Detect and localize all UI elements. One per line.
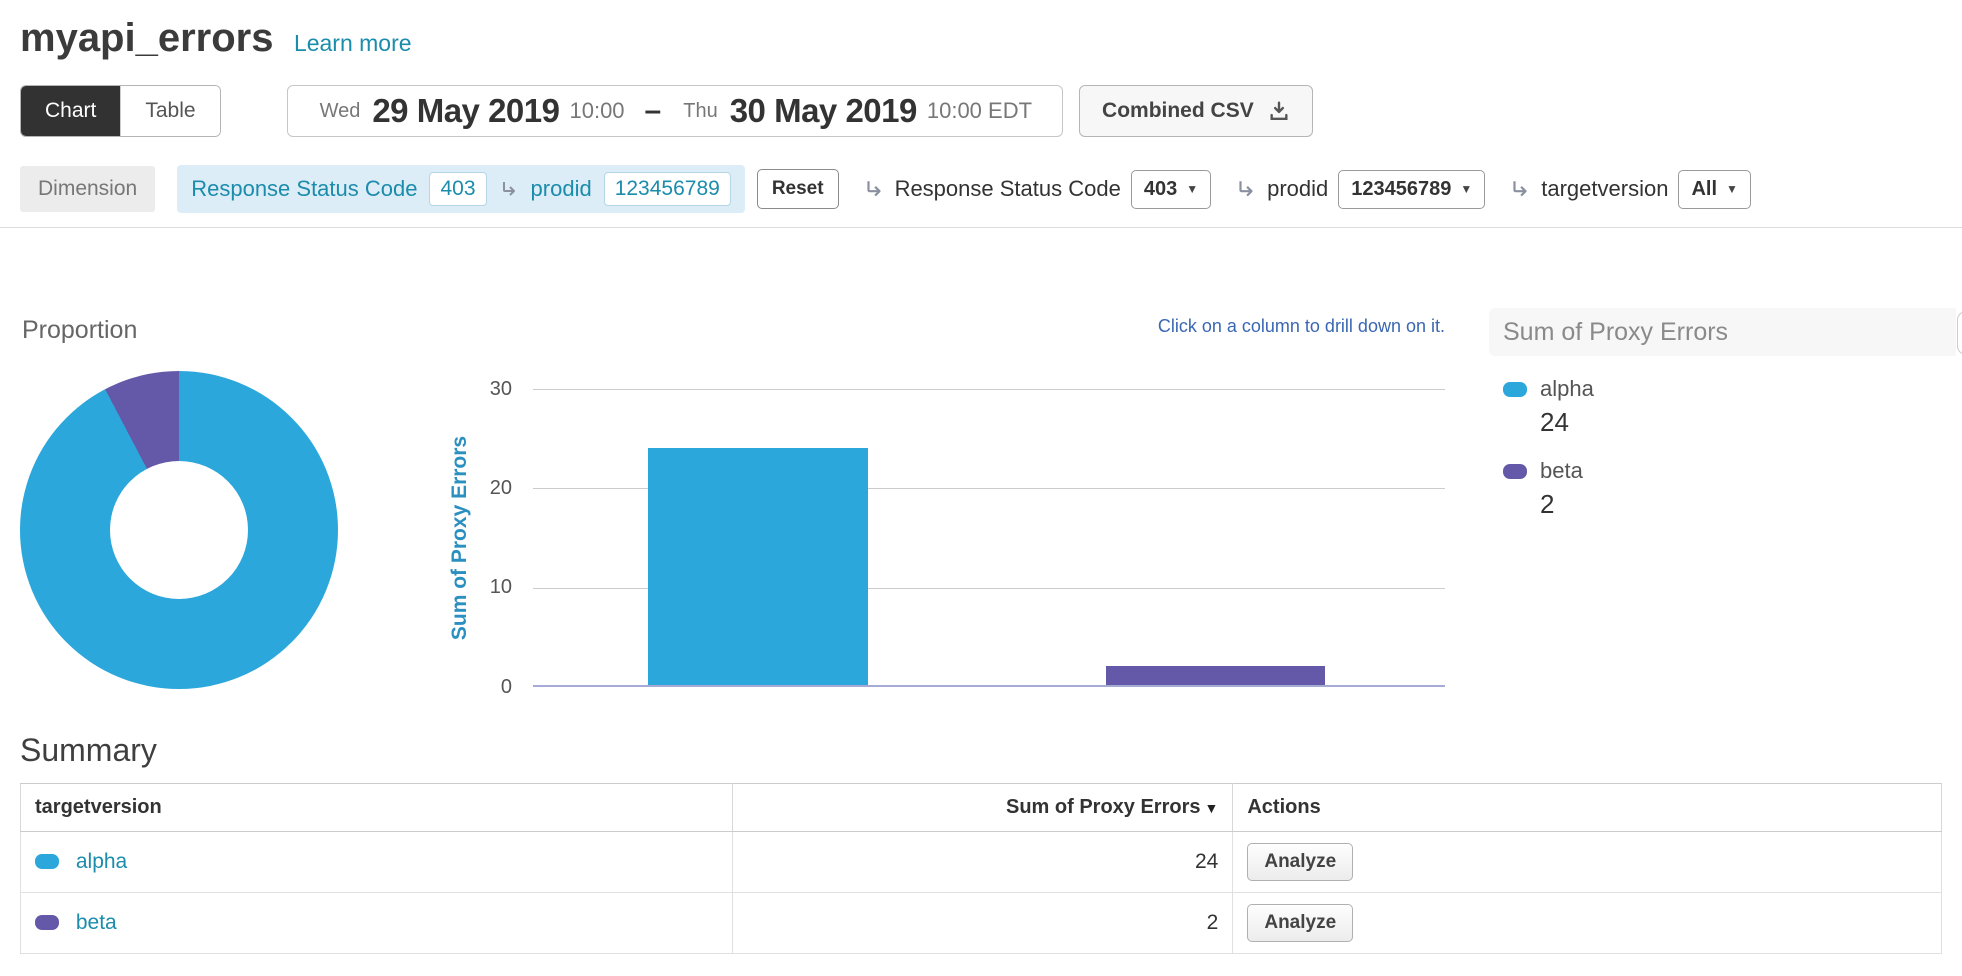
- breadcrumb-value-2[interactable]: 123456789: [604, 172, 731, 206]
- y-tick-0: 0: [448, 675, 512, 699]
- drilldown-label-targetversion: targetversion: [1541, 176, 1668, 202]
- actions-cell: Analyze: [1233, 832, 1942, 893]
- bar-chart-plot: [533, 389, 1445, 687]
- table-row: beta 2 Analyze: [21, 893, 1942, 954]
- collapsed-panel-edge[interactable]: [1957, 311, 1962, 355]
- sort-desc-icon: ▼: [1205, 800, 1219, 816]
- gridline: [533, 389, 1445, 390]
- start-time: 10:00: [569, 98, 624, 124]
- chart-view-button[interactable]: Chart: [21, 86, 120, 136]
- date-range-picker[interactable]: Wed 29 May 2019 10:00 – Thu 30 May 2019 …: [287, 85, 1063, 137]
- legend-title: Sum of Proxy Errors: [1503, 318, 1728, 347]
- end-date: 30 May 2019: [730, 92, 917, 130]
- donut-chart[interactable]: [20, 371, 338, 689]
- value-cell: 24: [732, 832, 1233, 893]
- toolbar: Chart Table Wed 29 May 2019 10:00 – Thu …: [20, 85, 1942, 137]
- page-header: myapi_errors Learn more: [0, 0, 1962, 61]
- drilldown-arrow-icon: [863, 178, 885, 200]
- end-day: Thu: [683, 100, 717, 123]
- summary-table: targetversion Sum of Proxy Errors▼ Actio…: [20, 783, 1942, 954]
- breadcrumb-dimension-2[interactable]: prodid: [531, 176, 592, 202]
- start-day: Wed: [320, 100, 361, 123]
- targetversion-cell: alpha: [21, 832, 733, 893]
- page-title: myapi_errors: [20, 16, 273, 60]
- drilldown-label-status-code: Response Status Code: [895, 176, 1121, 202]
- legend-item-label: alpha: [1540, 376, 1594, 402]
- table-view-button[interactable]: Table: [120, 86, 219, 136]
- combined-csv-label: Combined CSV: [1102, 99, 1254, 123]
- targetversion-select[interactable]: All ▼: [1678, 170, 1750, 209]
- divider: [0, 227, 1962, 228]
- chevron-down-icon: ▼: [1726, 182, 1738, 196]
- x-axis-baseline: [533, 685, 1445, 687]
- drilldown-arrow-icon: [1509, 178, 1531, 200]
- targetversion-select-value: All: [1691, 178, 1717, 201]
- drilldown-arrow-icon: [499, 179, 519, 199]
- y-axis-label: Sum of Proxy Errors: [448, 436, 472, 640]
- value-cell: 2: [732, 893, 1233, 954]
- prodid-select[interactable]: 123456789 ▼: [1338, 170, 1485, 209]
- targetversion-cell: beta: [21, 893, 733, 954]
- learn-more-link[interactable]: Learn more: [294, 30, 412, 56]
- view-toggle: Chart Table: [20, 85, 221, 137]
- legend-item-value: 2: [1540, 489, 1942, 520]
- bar-beta[interactable]: [1106, 666, 1325, 686]
- chevron-down-icon: ▼: [1186, 182, 1198, 196]
- y-tick-10: 10: [448, 575, 512, 599]
- breadcrumb-value-1[interactable]: 403: [429, 172, 486, 206]
- proportion-label: Proportion: [22, 316, 137, 345]
- alpha-link[interactable]: alpha: [76, 850, 127, 873]
- column-header-actions: Actions: [1233, 784, 1942, 832]
- status-code-select-value: 403: [1144, 178, 1177, 201]
- column-header-sum-proxy-errors[interactable]: Sum of Proxy Errors▼: [732, 784, 1233, 832]
- legend-item-beta[interactable]: beta: [1503, 458, 1942, 484]
- column-header-targetversion: targetversion: [21, 784, 733, 832]
- column-header-label: Sum of Proxy Errors: [1006, 796, 1201, 818]
- legend-item-alpha[interactable]: alpha: [1503, 376, 1942, 402]
- actions-cell: Analyze: [1233, 893, 1942, 954]
- reset-button[interactable]: Reset: [757, 169, 839, 209]
- legend-panel: Sum of Proxy Errors alpha 24 beta 2: [1489, 308, 1942, 520]
- download-icon: [1268, 100, 1290, 122]
- drilldown-group-2: prodid 123456789 ▼: [1235, 170, 1485, 209]
- prodid-select-value: 123456789: [1351, 178, 1451, 201]
- analyze-button[interactable]: Analyze: [1247, 904, 1353, 942]
- beta-link[interactable]: beta: [76, 911, 117, 934]
- combined-csv-button[interactable]: Combined CSV: [1079, 85, 1313, 137]
- status-code-select[interactable]: 403 ▼: [1131, 170, 1211, 209]
- end-time: 10:00 EDT: [927, 98, 1032, 124]
- table-header-row: targetversion Sum of Proxy Errors▼ Actio…: [21, 784, 1942, 832]
- beta-swatch: [1503, 464, 1527, 479]
- alpha-swatch: [1503, 382, 1527, 397]
- drilldown-group-3: targetversion All ▼: [1509, 170, 1751, 209]
- date-range-separator: –: [645, 94, 662, 128]
- legend-item-label: beta: [1540, 458, 1583, 484]
- dimension-label: Dimension: [20, 166, 155, 212]
- breadcrumb-dimension-1[interactable]: Response Status Code: [191, 176, 417, 202]
- table-row: alpha 24 Analyze: [21, 832, 1942, 893]
- drilldown-label-prodid: prodid: [1267, 176, 1328, 202]
- y-tick-30: 30: [448, 377, 512, 401]
- filter-bar: Dimension Response Status Code 403 prodi…: [20, 165, 1942, 213]
- drilldown-hint[interactable]: Click on a column to drill down on it.: [533, 316, 1445, 337]
- y-tick-20: 20: [448, 476, 512, 500]
- summary-heading: Summary: [20, 732, 1962, 769]
- drilldown-group-1: Response Status Code 403 ▼: [863, 170, 1212, 209]
- legend-item-value: 24: [1540, 407, 1942, 438]
- bar-alpha[interactable]: [648, 448, 868, 686]
- start-date: 29 May 2019: [372, 92, 559, 130]
- beta-swatch: [35, 915, 59, 930]
- legend-header: Sum of Proxy Errors: [1489, 308, 1956, 356]
- alpha-swatch: [35, 854, 59, 869]
- analyze-button[interactable]: Analyze: [1247, 843, 1353, 881]
- drilldown-arrow-icon: [1235, 178, 1257, 200]
- chevron-down-icon: ▼: [1460, 182, 1472, 196]
- filter-breadcrumb: Response Status Code 403 prodid 12345678…: [177, 165, 745, 213]
- charts-section: Proportion Sum of Proxy Errors 30 20 10 …: [20, 308, 1942, 708]
